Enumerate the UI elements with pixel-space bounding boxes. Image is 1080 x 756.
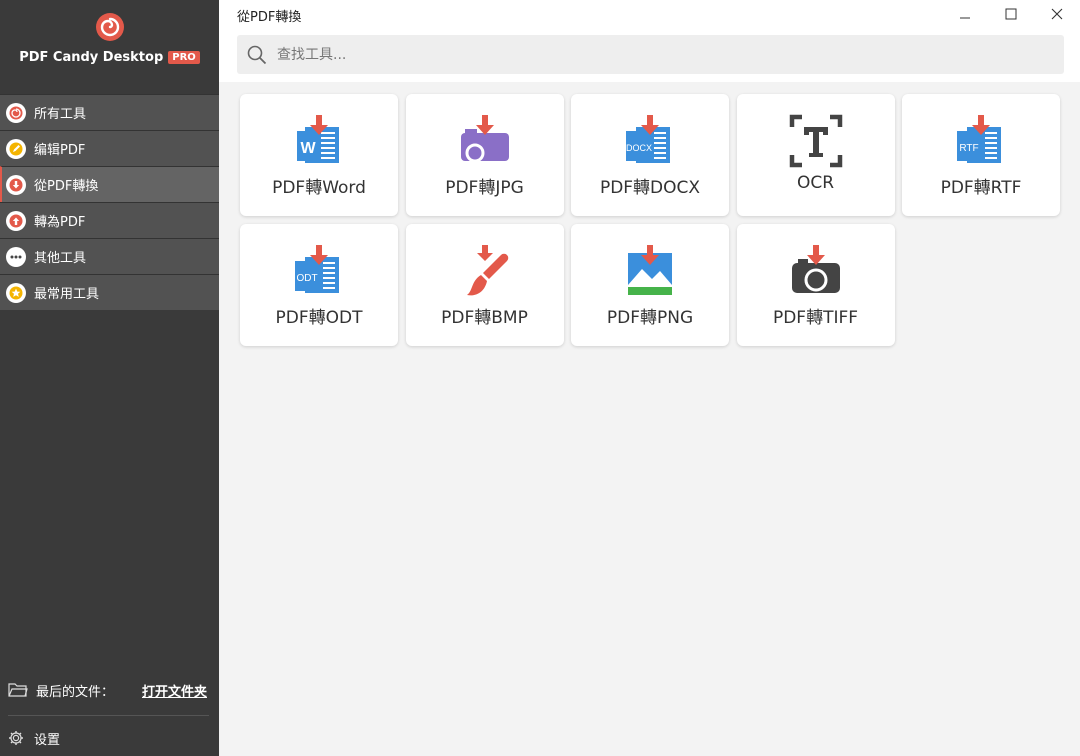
settings-label: 设置 (34, 732, 61, 748)
jpg-camera-icon (460, 115, 509, 163)
tool-label: PDF轉PNG (606, 308, 694, 328)
tool-label: OCR (796, 173, 835, 193)
sidebar-item-all-tools[interactable]: 所有工具 (0, 94, 219, 130)
recent-files-row: 最后的文件： 打开文件夹 (0, 670, 219, 710)
spiral-icon (6, 102, 26, 123)
maximize-icon (1005, 8, 1017, 20)
arrow-up-icon (6, 210, 26, 231)
docx-text: DOCX (626, 143, 652, 153)
sidebar-item-label: 從PDF轉換 (34, 179, 99, 194)
sidebar-item-convert-to-pdf[interactable]: 轉為PDF (0, 202, 219, 238)
tool-pdf-to-rtf[interactable]: RTF PDF轉RTF (902, 94, 1060, 216)
search-icon (247, 45, 267, 64)
sidebar-item-convert-from-pdf[interactable]: 從PDF轉換 (0, 166, 219, 202)
word-letter: W (300, 140, 316, 157)
pro-badge: PRO (168, 51, 200, 64)
odt-doc-icon: ODT (295, 245, 339, 293)
tool-pdf-to-word[interactable]: W PDF轉Word (240, 94, 398, 216)
maximize-button[interactable] (988, 0, 1034, 28)
minimize-button[interactable] (942, 0, 988, 28)
tool-pdf-to-jpg[interactable]: PDF轉JPG (405, 94, 564, 216)
search-bar-area (219, 30, 1080, 82)
minimize-icon (960, 17, 970, 19)
tool-label: PDF轉Word (272, 178, 366, 198)
sidebar-item-edit-pdf[interactable]: 编辑PDF (0, 130, 219, 166)
tool-pdf-to-bmp[interactable]: PDF轉BMP (405, 224, 564, 346)
open-folder-link[interactable]: 打开文件夹 (142, 681, 207, 700)
tool-ocr[interactable]: OCR (736, 94, 895, 216)
gear-icon (9, 731, 23, 745)
sidebar-item-label: 所有工具 (34, 107, 87, 122)
sidebar-item-most-used[interactable]: 最常用工具 (0, 274, 219, 310)
word-doc-icon: W (297, 115, 339, 163)
recent-files-label: 最后的文件： (36, 684, 115, 700)
tools-grid: W PDF轉Word PDF轉JPG DOCX PDF轉DOCX OCR RTF… (240, 94, 1060, 346)
sidebar-item-other-tools[interactable]: 其他工具 (0, 238, 219, 274)
arrow-down-icon (6, 174, 26, 195)
tool-label: PDF轉JPG (445, 178, 524, 198)
sidebar-item-label: 轉為PDF (34, 215, 86, 230)
sidebar-item-label: 最常用工具 (34, 287, 100, 302)
tool-pdf-to-tiff[interactable]: PDF轉TIFF (736, 224, 895, 346)
bmp-brush-icon (466, 245, 508, 296)
tool-pdf-to-odt[interactable]: ODT PDF轉ODT (240, 224, 398, 346)
tiff-camera-icon (791, 245, 840, 293)
candy-logo-icon (95, 13, 124, 41)
more-icon (6, 246, 26, 267)
star-icon (6, 282, 26, 303)
search-box[interactable] (237, 35, 1064, 74)
sidebar-item-label: 其他工具 (34, 251, 87, 266)
settings-button[interactable]: 设置 (0, 720, 219, 756)
folder-icon (8, 683, 28, 697)
ocr-icon (789, 114, 842, 168)
docx-doc-icon: DOCX (626, 115, 670, 163)
sidebar-divider (8, 715, 209, 716)
tool-label: PDF轉BMP (441, 308, 528, 328)
odt-text: ODT (296, 273, 317, 284)
sidebar-item-label: 编辑PDF (34, 143, 86, 158)
brand-name: PDF Candy Desktop (19, 50, 164, 65)
rtf-doc-icon: RTF (957, 115, 1001, 163)
brand: PDF Candy Desktop PRO (0, 12, 219, 94)
tool-pdf-to-png[interactable]: PDF轉PNG (571, 224, 729, 346)
close-icon (1051, 8, 1063, 20)
edit-icon (6, 138, 26, 159)
tool-label: PDF轉RTF (940, 178, 1022, 198)
rtf-text: RTF (959, 143, 978, 154)
search-input[interactable] (275, 45, 979, 64)
tool-label: PDF轉ODT (275, 308, 363, 328)
close-button[interactable] (1034, 0, 1080, 28)
title-bar: 從PDF轉換 (219, 0, 1080, 30)
sidebar: PDF Candy Desktop PRO 所有工具 编辑PDF 從PDF轉換 … (0, 0, 219, 756)
tool-pdf-to-docx[interactable]: DOCX PDF轉DOCX (571, 94, 729, 216)
png-image-icon (628, 245, 672, 295)
tool-label: PDF轉TIFF (772, 308, 859, 328)
tool-label: PDF轉DOCX (599, 178, 701, 198)
window-title: 從PDF轉換 (237, 10, 302, 25)
